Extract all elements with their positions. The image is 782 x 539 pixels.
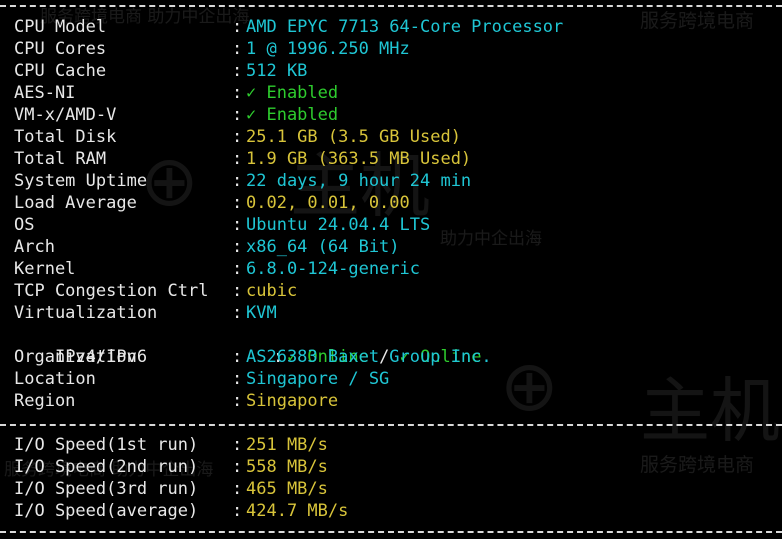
row-value: 25.1 GB (3.5 GB Used): [246, 127, 461, 147]
row-colon: :: [232, 259, 243, 279]
row-value: 0.02, 0.01, 0.00: [246, 193, 410, 213]
info-row: CPU Model: AMD EPYC 7713 64-Core Processo…: [14, 16, 563, 38]
row-colon: :: [232, 303, 243, 323]
row-colon: :: [232, 237, 243, 257]
row-value: AS26383 Baxet Group Inc.: [246, 347, 492, 367]
row-colon: :: [232, 501, 243, 521]
row-colon: :: [232, 149, 243, 169]
row-label: I/O Speed(1st run): [14, 435, 199, 455]
row-value: 1 @ 1996.250 MHz: [246, 39, 410, 59]
row-value: 6.8.0-124-generic: [246, 259, 420, 279]
info-row: System Uptime:22 days, 9 hour 24 min: [14, 170, 471, 192]
row-value: 512 KB: [246, 61, 308, 81]
watermark-text: 助力中企出海: [440, 229, 542, 249]
row-colon: :: [232, 391, 243, 411]
row-label: CPU Cache: [14, 61, 107, 81]
row-value: 251 MB/s: [246, 435, 328, 455]
separator-line: [0, 5, 782, 7]
info-row: CPU Cores:1 @ 1996.250 MHz: [14, 38, 410, 60]
row-label: I/O Speed(2nd run): [14, 457, 199, 477]
row-colon: :: [232, 457, 243, 477]
row-value: Singapore / SG: [246, 369, 390, 389]
info-row: Load Average:0.02, 0.01, 0.00: [14, 192, 410, 214]
row-label: VM-x/AMD-V: [14, 105, 117, 125]
row-label: Organization: [14, 347, 137, 367]
info-row: TCP Congestion Ctrl: cubic: [14, 280, 297, 302]
row-label: CPU Model: [14, 17, 107, 37]
info-row: I/O Speed(1st run):251 MB/s: [14, 434, 328, 456]
info-row: Total RAM:1.9 GB (363.5 MB Used): [14, 148, 471, 170]
info-row: CPU Cache:512 KB: [14, 60, 307, 82]
row-label: I/O Speed(average): [14, 501, 199, 521]
row-label: Total RAM: [14, 149, 107, 169]
row-colon: :: [232, 83, 243, 103]
row-colon: :: [232, 347, 243, 367]
info-row: AES-NI: ✓ Enabled: [14, 82, 338, 104]
info-row: Organization: AS26383 Baxet Group Inc.: [14, 346, 492, 368]
row-colon: :: [232, 193, 243, 213]
row-colon: :: [232, 39, 243, 59]
row-value: 22 days, 9 hour 24 min: [246, 171, 472, 191]
info-row: I/O Speed(2nd run):558 MB/s: [14, 456, 328, 478]
row-colon: :: [232, 127, 243, 147]
row-label: Virtualization: [14, 303, 158, 323]
row-label: System Uptime: [14, 171, 148, 191]
row-label: OS: [14, 215, 35, 235]
row-value: 465 MB/s: [246, 479, 328, 499]
row-colon: :: [232, 435, 243, 455]
row-value: 558 MB/s: [246, 457, 328, 477]
info-row: OS: Ubuntu 24.04.4 LTS: [14, 214, 430, 236]
info-row: Total Disk:25.1 GB (3.5 GB Used): [14, 126, 461, 148]
watermark-logo: ⊕: [500, 345, 559, 427]
row-colon: :: [232, 105, 243, 125]
row-value: AMD EPYC 7713 64-Core Processor: [246, 17, 564, 37]
row-label: AES-NI: [14, 83, 76, 103]
row-colon: :: [232, 171, 243, 191]
watermark-text: 主机: [640, 370, 780, 452]
row-label: Arch: [14, 237, 55, 257]
terminal-window[interactable]: 服务跨境电商 助力中企出海 服务跨境电商 ⊕ 主机 助力中企出海 ⊕ 主机 服务…: [0, 0, 782, 539]
row-colon: :: [232, 61, 243, 81]
row-label: CPU Cores: [14, 39, 107, 59]
row-label: Region: [14, 391, 76, 411]
info-row: I/O Speed(3rd run):465 MB/s: [14, 478, 328, 500]
row-value: 1.9 GB (363.5 MB Used): [246, 149, 472, 169]
row-colon: :: [232, 281, 243, 301]
row-value: ✓ Enabled: [246, 83, 339, 103]
row-value: x86_64 (64 Bit): [246, 237, 400, 257]
row-value: Singapore: [246, 391, 339, 411]
info-row: I/O Speed(average):424.7 MB/s: [14, 500, 348, 522]
row-label: Total Disk: [14, 127, 117, 147]
row-label: Load Average: [14, 193, 137, 213]
ipv-row: IPv4/IPv6: ✓ Online / ✓ Online: [14, 324, 482, 367]
row-label: Location: [14, 369, 96, 389]
row-colon: :: [232, 17, 243, 37]
info-row: Location: Singapore / SG: [14, 368, 389, 390]
separator-line: [0, 424, 782, 426]
watermark-text: 服务跨境电商: [640, 10, 755, 32]
separator-line: [0, 531, 782, 533]
row-colon: :: [232, 369, 243, 389]
info-row: Kernel:6.8.0-124-generic: [14, 258, 420, 280]
row-label: I/O Speed(3rd run): [14, 479, 199, 499]
row-colon: :: [232, 215, 243, 235]
row-label: TCP Congestion Ctrl: [14, 281, 209, 301]
row-value: ✓ Enabled: [246, 105, 339, 125]
row-value: cubic: [246, 281, 298, 301]
row-colon: :: [232, 479, 243, 499]
info-row: Region: Singapore: [14, 390, 338, 412]
row-value: KVM: [246, 303, 277, 323]
info-row: Arch: x86_64 (64 Bit): [14, 236, 400, 258]
info-row: VM-x/AMD-V: ✓ Enabled: [14, 104, 338, 126]
row-value: 424.7 MB/s: [246, 501, 349, 521]
info-row: Virtualization: KVM: [14, 302, 277, 324]
watermark-text: 服务跨境电商: [640, 454, 755, 476]
row-label: Kernel: [14, 259, 76, 279]
row-value: Ubuntu 24.04.4 LTS: [246, 215, 431, 235]
